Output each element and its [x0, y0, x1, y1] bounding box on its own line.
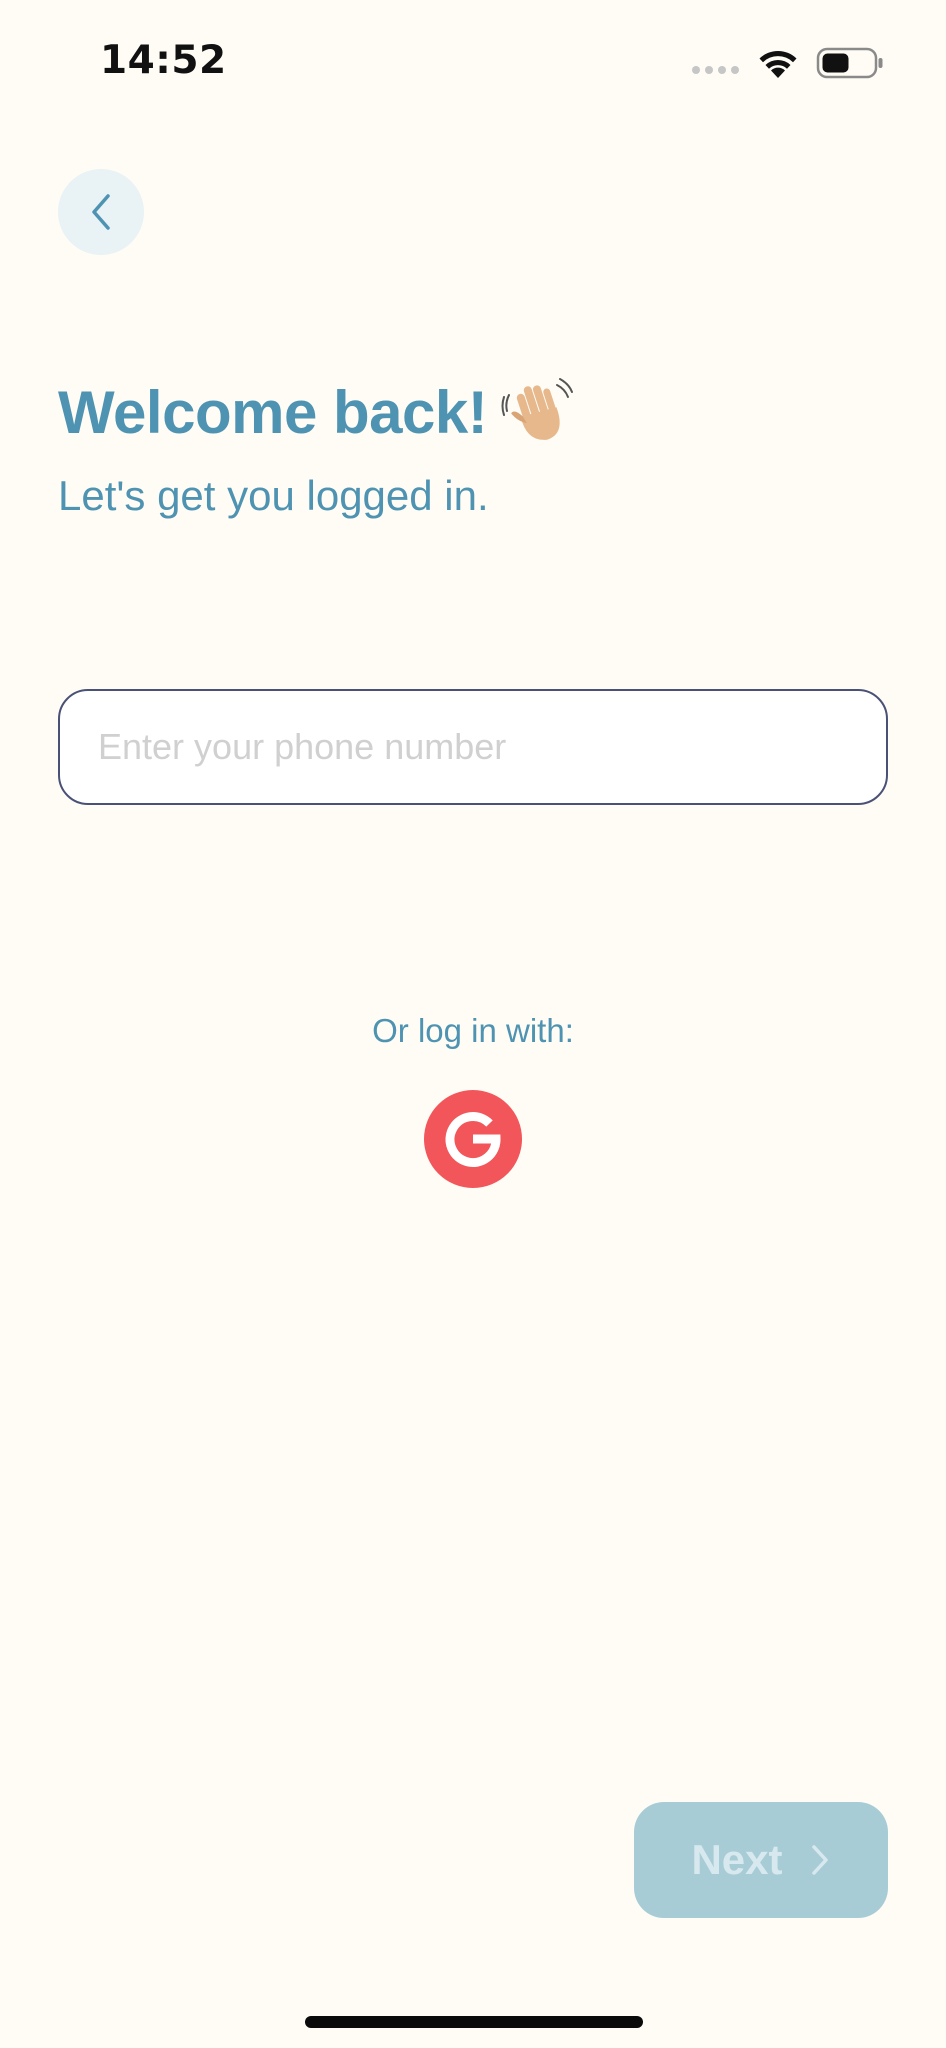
title-row: Welcome back!: [58, 375, 575, 449]
status-time: 14:52: [100, 38, 227, 83]
cellular-signal-icon: [692, 66, 739, 74]
back-button[interactable]: [58, 169, 144, 255]
social-login-label: Or log in with:: [372, 1012, 574, 1049]
chevron-right-icon: [811, 1845, 828, 1875]
phone-number-input[interactable]: [58, 689, 888, 805]
battery-icon: [816, 47, 883, 79]
subtitle: Let's get you logged in.: [58, 472, 489, 519]
google-icon: [445, 1112, 501, 1168]
status-bar: 14:52: [0, 0, 946, 120]
page-title: Welcome back!: [58, 378, 488, 446]
waving-hand-icon: [501, 378, 574, 440]
wifi-icon: [759, 50, 797, 78]
google-login-button[interactable]: [424, 1090, 522, 1188]
next-button-label: Next: [691, 1836, 783, 1883]
chevron-left-icon: [92, 194, 110, 230]
next-button[interactable]: Next: [634, 1802, 888, 1918]
home-indicator: [305, 2016, 643, 2028]
